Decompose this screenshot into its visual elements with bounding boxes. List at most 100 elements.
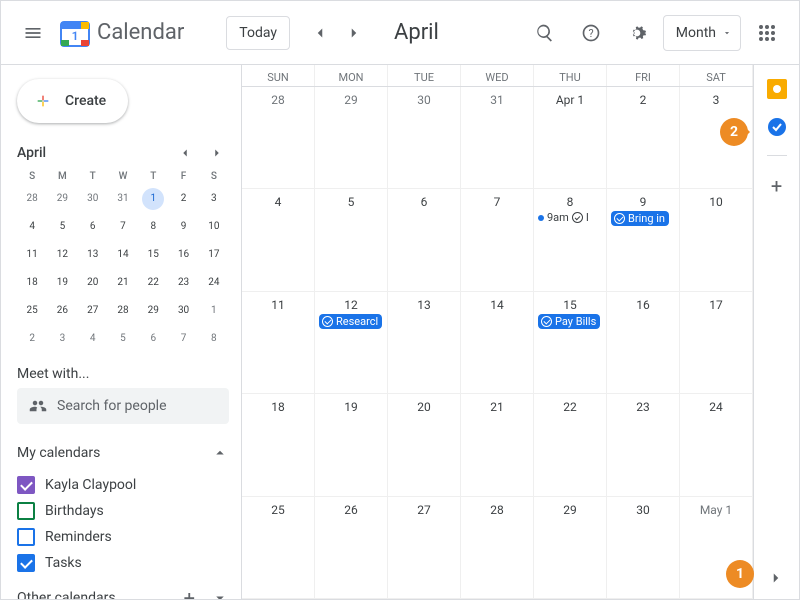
mini-day[interactable]: 17 bbox=[203, 244, 225, 266]
checkbox[interactable] bbox=[17, 476, 35, 494]
mini-day[interactable]: 15 bbox=[142, 244, 164, 266]
calendar-item[interactable]: Tasks bbox=[17, 550, 229, 576]
event-row[interactable]: Researcl bbox=[319, 314, 383, 329]
day-cell[interactable]: 15Pay Bills bbox=[534, 292, 607, 393]
day-cell[interactable]: 20 bbox=[388, 394, 461, 495]
main-menu-button[interactable] bbox=[13, 13, 53, 53]
mini-day[interactable]: 11 bbox=[21, 244, 43, 266]
day-cell[interactable]: 10 bbox=[680, 189, 753, 290]
day-cell[interactable]: 22 bbox=[534, 394, 607, 495]
mini-day[interactable]: 9 bbox=[173, 216, 195, 238]
day-cell[interactable]: 18 bbox=[242, 394, 315, 495]
mini-day[interactable]: 3 bbox=[51, 328, 73, 350]
add-calendar-button[interactable]: + bbox=[184, 586, 195, 599]
get-addons-button[interactable]: + bbox=[771, 174, 782, 198]
checkbox[interactable] bbox=[17, 502, 35, 520]
mini-day[interactable]: 24 bbox=[203, 272, 225, 294]
chevron-down-icon[interactable] bbox=[211, 589, 229, 599]
day-cell[interactable]: 21 bbox=[461, 394, 534, 495]
mini-day[interactable]: 16 bbox=[173, 244, 195, 266]
day-cell[interactable]: 30 bbox=[607, 497, 680, 598]
mini-day[interactable]: 26 bbox=[51, 300, 73, 322]
event-row[interactable]: Pay Bills bbox=[538, 314, 602, 329]
create-button[interactable]: Create bbox=[17, 79, 128, 123]
mini-day[interactable]: 25 bbox=[21, 300, 43, 322]
task-chip[interactable]: Researcl bbox=[319, 314, 382, 329]
mini-day[interactable]: 30 bbox=[82, 188, 104, 210]
day-cell[interactable]: Apr 1 bbox=[534, 87, 607, 188]
settings-icon[interactable] bbox=[617, 13, 657, 53]
calendar-item[interactable]: Kayla Claypool bbox=[17, 472, 229, 498]
day-cell[interactable]: 14 bbox=[461, 292, 534, 393]
mini-day[interactable]: 7 bbox=[112, 216, 134, 238]
keep-icon[interactable] bbox=[767, 79, 787, 99]
mini-day[interactable]: 1 bbox=[142, 188, 164, 210]
task-chip[interactable]: Bring in bbox=[611, 211, 669, 226]
mini-day[interactable]: 4 bbox=[21, 216, 43, 238]
mini-day[interactable]: 18 bbox=[21, 272, 43, 294]
mini-day[interactable]: 29 bbox=[142, 300, 164, 322]
day-cell[interactable]: 23 bbox=[607, 394, 680, 495]
other-calendars-toggle[interactable]: Other calendars bbox=[17, 584, 168, 599]
mini-day[interactable]: 8 bbox=[203, 328, 225, 350]
day-cell[interactable]: 13 bbox=[388, 292, 461, 393]
day-cell[interactable]: 26 bbox=[315, 497, 388, 598]
day-cell[interactable]: 29 bbox=[315, 87, 388, 188]
tasks-icon[interactable] bbox=[767, 117, 787, 137]
help-icon[interactable]: ? bbox=[571, 13, 611, 53]
mini-day[interactable]: 13 bbox=[82, 244, 104, 266]
mini-day[interactable]: 22 bbox=[142, 272, 164, 294]
event-row[interactable]: 9amI bbox=[538, 211, 602, 224]
day-cell[interactable]: 4 bbox=[242, 189, 315, 290]
mini-day[interactable]: 5 bbox=[112, 328, 134, 350]
day-cell[interactable]: 28 bbox=[461, 497, 534, 598]
mini-day[interactable]: 12 bbox=[51, 244, 73, 266]
mini-day[interactable]: 29 bbox=[51, 188, 73, 210]
mini-day[interactable]: 28 bbox=[21, 188, 43, 210]
checkbox[interactable] bbox=[17, 528, 35, 546]
mini-day[interactable]: 21 bbox=[112, 272, 134, 294]
day-cell[interactable]: 28 bbox=[242, 87, 315, 188]
day-cell[interactable]: 25 bbox=[242, 497, 315, 598]
day-cell[interactable]: 9Bring in bbox=[607, 189, 680, 290]
day-cell[interactable]: 89amI bbox=[534, 189, 607, 290]
mini-day[interactable]: 6 bbox=[142, 328, 164, 350]
search-people-input[interactable]: Search for people bbox=[17, 388, 229, 424]
mini-day[interactable]: 14 bbox=[112, 244, 134, 266]
day-cell[interactable]: 12Researcl bbox=[315, 292, 388, 393]
search-icon[interactable] bbox=[525, 13, 565, 53]
next-month-button[interactable] bbox=[338, 17, 370, 49]
day-cell[interactable]: 17 bbox=[680, 292, 753, 393]
day-cell[interactable]: 5 bbox=[315, 189, 388, 290]
mini-day[interactable]: 2 bbox=[173, 188, 195, 210]
mini-day[interactable]: 23 bbox=[173, 272, 195, 294]
day-cell[interactable]: 30 bbox=[388, 87, 461, 188]
task-chip[interactable]: Pay Bills bbox=[538, 314, 600, 329]
event-row[interactable]: Bring in bbox=[611, 211, 675, 226]
mini-next-button[interactable] bbox=[205, 141, 229, 165]
day-cell[interactable]: 31 bbox=[461, 87, 534, 188]
day-cell[interactable]: 6 bbox=[388, 189, 461, 290]
mini-day[interactable]: 4 bbox=[82, 328, 104, 350]
day-cell[interactable]: 7 bbox=[461, 189, 534, 290]
mini-day[interactable]: 31 bbox=[112, 188, 134, 210]
today-button[interactable]: Today bbox=[226, 16, 290, 50]
checkbox[interactable] bbox=[17, 554, 35, 572]
day-cell[interactable]: 16 bbox=[607, 292, 680, 393]
mini-day[interactable]: 20 bbox=[82, 272, 104, 294]
day-cell[interactable]: 2 bbox=[607, 87, 680, 188]
day-cell[interactable]: 19 bbox=[315, 394, 388, 495]
day-cell[interactable]: 29 bbox=[534, 497, 607, 598]
calendar-item[interactable]: Reminders bbox=[17, 524, 229, 550]
mini-day[interactable]: 10 bbox=[203, 216, 225, 238]
mini-day[interactable]: 3 bbox=[203, 188, 225, 210]
mini-day[interactable]: 6 bbox=[82, 216, 104, 238]
mini-day[interactable]: 8 bbox=[142, 216, 164, 238]
day-cell[interactable]: 11 bbox=[242, 292, 315, 393]
view-selector[interactable]: Month bbox=[663, 15, 741, 51]
mini-day[interactable]: 7 bbox=[173, 328, 195, 350]
mini-day[interactable]: 19 bbox=[51, 272, 73, 294]
mini-day[interactable]: 28 bbox=[112, 300, 134, 322]
my-calendars-toggle[interactable]: My calendars bbox=[17, 438, 229, 468]
mini-day[interactable]: 30 bbox=[173, 300, 195, 322]
